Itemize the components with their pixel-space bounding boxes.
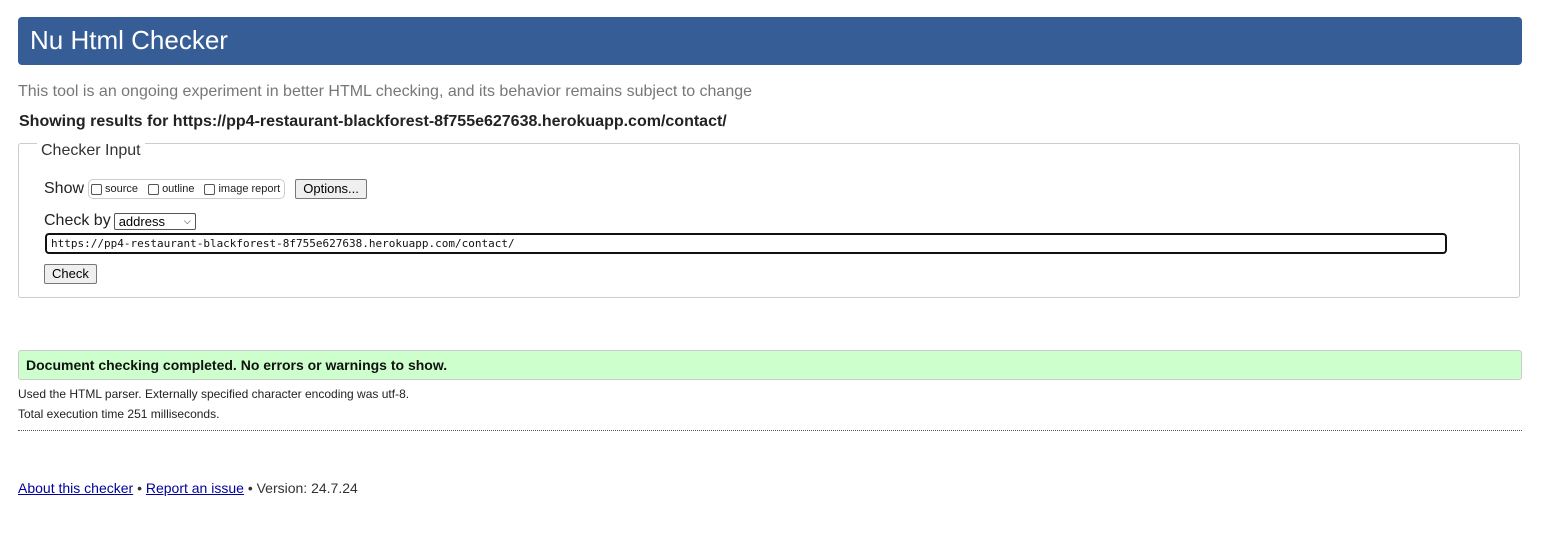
result-success-box: Document checking completed. No errors o… bbox=[18, 350, 1522, 380]
version-text: Version: 24.7.24 bbox=[256, 480, 358, 496]
show-options-group: source outline image report bbox=[88, 179, 286, 199]
footer-separator: • bbox=[137, 480, 142, 496]
chevron-down-icon: ⌵ bbox=[183, 215, 191, 226]
about-checker-link[interactable]: About this checker bbox=[18, 480, 133, 496]
source-checkbox-label: source bbox=[105, 183, 139, 195]
check-by-selected-value: address bbox=[118, 213, 165, 229]
footer-separator: • bbox=[247, 480, 253, 496]
check-by-label: Check by bbox=[44, 212, 111, 229]
result-message: Document checking completed. No errors o… bbox=[26, 357, 448, 373]
check-by-row: Check by address ⌵ bbox=[44, 211, 196, 231]
showing-prefix: Showing results for bbox=[19, 113, 173, 130]
page-title: Nu Html Checker bbox=[30, 25, 228, 55]
image-report-checkbox-option[interactable]: image report bbox=[204, 183, 280, 195]
parser-note: Used the HTML parser. Externally specifi… bbox=[18, 387, 410, 401]
source-checkbox-option[interactable]: source bbox=[91, 183, 138, 195]
report-issue-link[interactable]: Report an issue bbox=[146, 480, 244, 496]
show-label: Show bbox=[44, 180, 85, 197]
outline-checkbox[interactable] bbox=[148, 183, 160, 195]
divider bbox=[18, 430, 1522, 431]
checked-url: https://pp4-restaurant-blackforest-8f755… bbox=[172, 113, 727, 130]
footer: About this checker • Report an issue • V… bbox=[18, 480, 358, 496]
image-report-checkbox[interactable] bbox=[204, 183, 216, 195]
execution-time-note: Total execution time 251 milliseconds. bbox=[18, 407, 220, 421]
options-button[interactable]: Options... bbox=[295, 179, 367, 199]
page-header: Nu Html Checker bbox=[18, 17, 1522, 65]
showing-results-heading: Showing results for https://pp4-restaura… bbox=[19, 112, 727, 132]
source-checkbox[interactable] bbox=[91, 183, 103, 195]
outline-checkbox-label: outline bbox=[162, 183, 195, 195]
tagline: This tool is an ongoing experiment in be… bbox=[18, 83, 753, 100]
show-row: Show source outline image report Options… bbox=[44, 178, 367, 200]
check-by-select[interactable]: address ⌵ bbox=[113, 212, 196, 230]
image-report-checkbox-label: image report bbox=[218, 183, 281, 195]
url-input[interactable]: https://pp4-restaurant-blackforest-8f755… bbox=[45, 233, 1447, 254]
check-button[interactable]: Check bbox=[44, 264, 97, 284]
checker-input-fieldset: Checker Input Show source outline image … bbox=[18, 143, 1520, 298]
checker-input-legend: Checker Input bbox=[37, 143, 145, 159]
outline-checkbox-option[interactable]: outline bbox=[148, 183, 194, 195]
